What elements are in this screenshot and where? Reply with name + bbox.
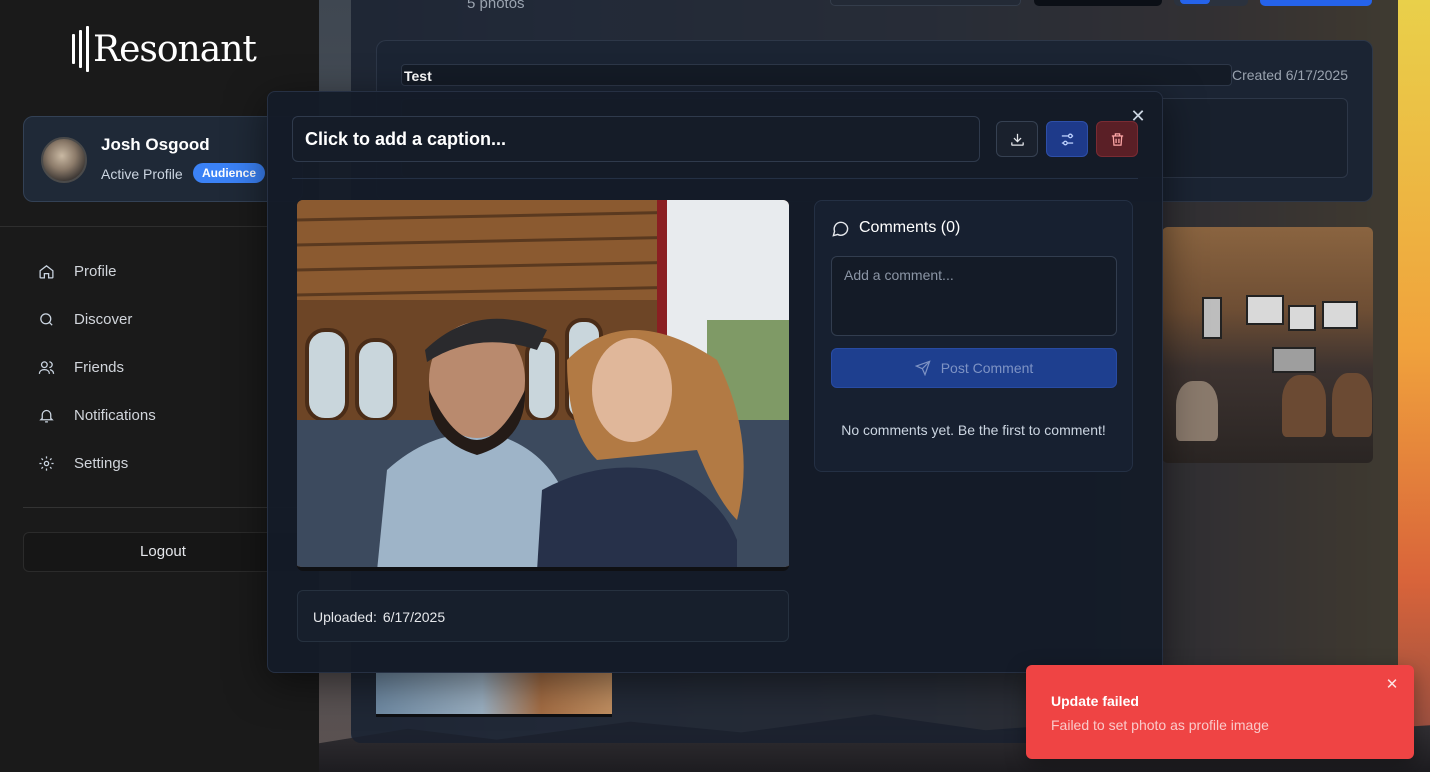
- toast-message: Failed to set photo as profile image: [1051, 717, 1269, 733]
- background-sunset: [1398, 0, 1430, 772]
- sliders-icon: [1061, 133, 1073, 145]
- logout-button[interactable]: Logout: [23, 532, 303, 572]
- gear-icon: [39, 455, 54, 471]
- photo-preview: [297, 200, 789, 571]
- sidebar-item-label: Profile: [74, 262, 117, 280]
- gallery-thumbnail-studio[interactable]: [1162, 227, 1373, 463]
- view-toggle[interactable]: [1174, 0, 1248, 6]
- uploaded-label: Uploaded:: [313, 609, 377, 625]
- album-toolbar-button-1[interactable]: [830, 0, 1021, 6]
- sidebar-item-settings[interactable]: Settings: [38, 451, 128, 475]
- comment-input[interactable]: [831, 256, 1117, 336]
- album-title-input[interactable]: Test: [401, 64, 1232, 86]
- bell-icon: [39, 409, 54, 423]
- error-toast: Update failed Failed to set photo as pro…: [1026, 665, 1414, 759]
- home-icon: [39, 264, 54, 279]
- logo-text: Resonant: [93, 28, 257, 70]
- sidebar-item-label: Discover: [74, 310, 133, 328]
- profile-subtitle: Active Profile: [101, 166, 183, 182]
- profile-name: Josh Osgood: [101, 135, 210, 154]
- users-icon: [38, 360, 55, 374]
- post-comment-button[interactable]: Post Comment: [831, 348, 1117, 388]
- toast-title: Update failed: [1051, 693, 1139, 709]
- set-profile-image-button[interactable]: [1046, 121, 1088, 157]
- download-button[interactable]: [996, 121, 1038, 157]
- empty-comments-text: No comments yet. Be the first to comment…: [841, 422, 1106, 438]
- sidebar-divider: [23, 507, 303, 508]
- profile-type-badge: Audience: [193, 163, 266, 183]
- gallery-thumbnail-couple[interactable]: [376, 672, 612, 717]
- album-primary-button[interactable]: [1260, 0, 1372, 6]
- view-toggle-active[interactable]: [1180, 0, 1210, 4]
- upload-info: Uploaded: 6/17/2025: [297, 590, 789, 642]
- app-logo[interactable]: Resonant: [72, 26, 257, 72]
- avatar: [41, 137, 87, 183]
- delete-photo-button[interactable]: [1096, 121, 1138, 157]
- comments-title: Comments (0): [859, 219, 961, 236]
- modal-divider: [292, 178, 1138, 179]
- trash-icon: [1111, 132, 1123, 146]
- sidebar-item-friends[interactable]: Friends: [38, 355, 124, 379]
- sidebar-item-label: Settings: [74, 454, 129, 472]
- message-circle-icon: [832, 221, 849, 237]
- logo-mark-icon: [72, 26, 89, 72]
- sidebar-item-notifications[interactable]: Notifications: [38, 403, 156, 427]
- send-icon: [914, 360, 931, 376]
- download-icon: [1010, 133, 1024, 146]
- album-created-date: Created 6/17/2025: [1232, 67, 1348, 83]
- comments-header: Comments (0): [831, 217, 960, 239]
- caption-input[interactable]: Click to add a caption...: [292, 116, 980, 162]
- active-profile-card[interactable]: Josh Osgood Active Profile Audience: [23, 116, 303, 202]
- sidebar-item-label: Notifications: [74, 406, 156, 424]
- search-icon: [40, 312, 53, 326]
- sidebar-item-discover[interactable]: Discover: [38, 307, 132, 331]
- toast-close-icon[interactable]: ✕: [1384, 677, 1400, 693]
- post-comment-label: Post Comment: [940, 360, 1034, 376]
- uploaded-date: 6/17/2025: [382, 609, 446, 625]
- photo-image: [297, 200, 789, 567]
- sidebar-item-profile[interactable]: Profile: [38, 259, 117, 283]
- album-toolbar-button-2[interactable]: [1034, 0, 1162, 6]
- sidebar-item-label: Friends: [74, 358, 125, 376]
- photo-count: 5 photos: [467, 0, 525, 12]
